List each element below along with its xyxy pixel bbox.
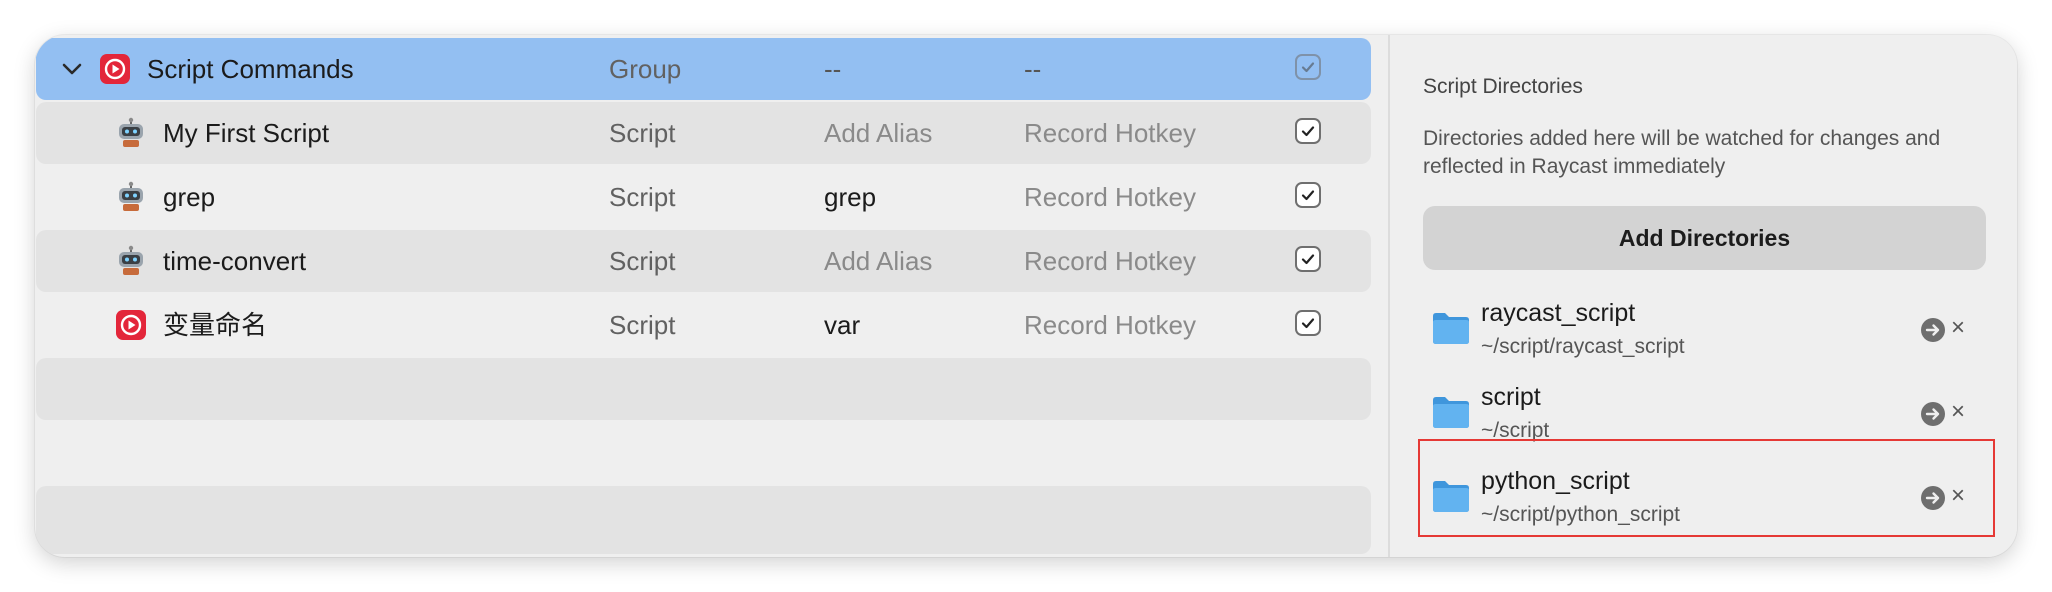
section-title: Script Directories	[1423, 75, 1583, 98]
directory-name: script	[1481, 383, 1541, 411]
annotation-highlight-box	[1418, 439, 1995, 537]
command-row[interactable]: grep Script grep Record Hotkey	[36, 166, 1371, 228]
checkmark-icon	[1301, 126, 1315, 137]
group-name: Script Commands	[147, 54, 354, 84]
alias-value[interactable]: var	[824, 294, 860, 356]
command-type: Script	[609, 246, 676, 276]
checkmark-icon	[1301, 62, 1315, 73]
directory-item[interactable]: raycast_script ~/script/raycast_script ×	[1423, 293, 1993, 375]
command-name: My First Script	[163, 118, 330, 148]
command-row[interactable]: My First Script Script Add Alias Record …	[36, 102, 1371, 164]
checkmark-icon	[1301, 318, 1315, 329]
command-row[interactable]: 变量命名 Script var Record Hotkey	[36, 294, 1371, 356]
folder-icon	[1433, 313, 1469, 344]
checkmark-icon	[1301, 190, 1315, 201]
enabled-checkbox[interactable]	[1295, 246, 1321, 272]
group-type: Group	[609, 54, 682, 84]
robot-icon	[119, 117, 143, 147]
add-alias-button[interactable]: Add Alias	[824, 230, 932, 292]
enabled-checkbox[interactable]	[1295, 118, 1321, 144]
add-directories-button[interactable]: Add Directories	[1423, 206, 1986, 270]
robot-icon	[119, 181, 143, 211]
command-name: 变量命名	[163, 310, 268, 340]
section-description: Directories added here will be watched f…	[1423, 127, 1941, 178]
enabled-checkbox[interactable]	[1295, 182, 1321, 208]
remove-directory-icon[interactable]: ×	[1951, 400, 1965, 424]
directory-name: raycast_script	[1481, 299, 1636, 327]
command-type: Script	[609, 310, 676, 340]
record-hotkey-button[interactable]: Record Hotkey	[1024, 102, 1196, 164]
record-hotkey-button[interactable]: Record Hotkey	[1024, 294, 1196, 356]
robot-icon	[119, 245, 143, 275]
record-hotkey-button[interactable]: Record Hotkey	[1024, 166, 1196, 228]
reveal-arrow-icon[interactable]	[1920, 317, 1946, 343]
group-row-script-commands[interactable]: Script Commands Group -- --	[36, 38, 1371, 100]
add-alias-button[interactable]: Add Alias	[824, 102, 932, 164]
alias-value[interactable]: grep	[824, 166, 876, 228]
command-name: time-convert	[163, 246, 307, 276]
checkmark-icon	[1301, 254, 1315, 265]
group-enabled-checkbox[interactable]	[1295, 54, 1321, 80]
chevron-down-icon[interactable]	[58, 55, 86, 83]
raycast-script-icon	[116, 310, 146, 340]
commands-list: Script Commands Group -- -- My First Scr…	[35, 35, 1388, 557]
enabled-checkbox[interactable]	[1295, 310, 1321, 336]
reveal-arrow-icon[interactable]	[1920, 401, 1946, 427]
remove-directory-icon[interactable]: ×	[1951, 316, 1965, 340]
empty-row	[36, 422, 1371, 484]
command-type: Script	[609, 118, 676, 148]
raycast-script-commands-icon	[100, 54, 130, 84]
folder-icon	[1433, 397, 1469, 428]
record-hotkey-button[interactable]: Record Hotkey	[1024, 230, 1196, 292]
group-alias[interactable]: --	[824, 38, 841, 100]
command-row[interactable]: time-convert Script Add Alias Record Hot…	[36, 230, 1371, 292]
empty-row	[36, 486, 1371, 554]
command-name: grep	[163, 182, 216, 212]
command-type: Script	[609, 182, 676, 212]
directory-path: ~/script/raycast_script	[1481, 335, 1685, 358]
group-hotkey[interactable]: --	[1024, 38, 1041, 100]
empty-row	[36, 358, 1371, 420]
